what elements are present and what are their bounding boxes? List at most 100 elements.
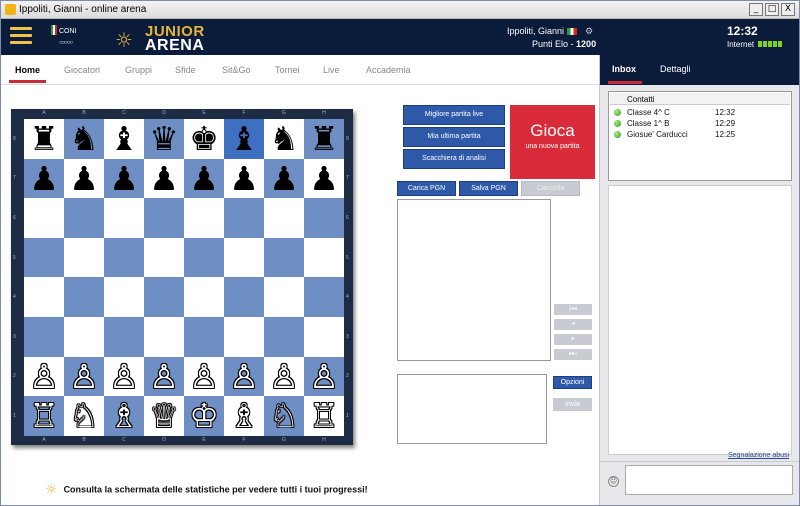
- board-square-d7[interactable]: ♟: [144, 158, 184, 199]
- tab-giocatori[interactable]: Giocatori: [64, 65, 100, 75]
- chess-piece[interactable]: ♙: [109, 360, 139, 393]
- board-square-f2[interactable]: ♙: [224, 356, 264, 397]
- board-square-c1[interactable]: ♗: [104, 396, 144, 436]
- board-square-b1[interactable]: ♘: [64, 396, 104, 436]
- chess-piece[interactable]: ♙: [29, 360, 59, 393]
- board-square-e6[interactable]: [184, 198, 224, 238]
- board-square-b3[interactable]: [64, 316, 104, 357]
- board-square-g8[interactable]: ♞: [264, 119, 304, 159]
- chess-piece[interactable]: ♟: [229, 162, 259, 195]
- board-square-a8[interactable]: ♜: [24, 119, 64, 159]
- chess-piece[interactable]: ♜: [29, 122, 59, 155]
- board-square-e1[interactable]: ♔: [184, 396, 224, 436]
- chess-piece[interactable]: ♟: [269, 162, 299, 195]
- last-game-button[interactable]: Mia ultima partita: [403, 127, 505, 147]
- board-square-a1[interactable]: ♖: [24, 396, 64, 436]
- send-button[interactable]: Invia: [553, 398, 592, 411]
- board-square-a2[interactable]: ♙: [24, 356, 64, 397]
- board-square-d1[interactable]: ♕: [144, 396, 184, 436]
- delete-button[interactable]: Cancella: [521, 181, 580, 196]
- board-square-e7[interactable]: ♟: [184, 158, 224, 199]
- first-move-button[interactable]: |◂◂: [554, 304, 592, 315]
- board-square-d2[interactable]: ♙: [144, 356, 184, 397]
- chess-piece[interactable]: ♟: [309, 162, 339, 195]
- contact-row[interactable]: Classe 4^ C 12:32: [610, 107, 790, 118]
- board-square-g1[interactable]: ♘: [264, 396, 304, 436]
- prev-move-button[interactable]: ◂: [554, 319, 592, 330]
- options-button[interactable]: Opzioni: [553, 376, 592, 389]
- tab-gruppi[interactable]: Gruppi: [125, 65, 152, 75]
- board-square-h1[interactable]: ♖: [304, 396, 344, 436]
- chess-piece[interactable]: ♕: [149, 399, 179, 432]
- chess-piece[interactable]: ♙: [69, 360, 99, 393]
- chess-piece[interactable]: ♞: [269, 122, 299, 155]
- chess-piece[interactable]: ♘: [69, 399, 99, 432]
- message-input[interactable]: [397, 374, 547, 444]
- maximize-button[interactable]: □: [765, 3, 779, 16]
- board-square-e2[interactable]: ♙: [184, 356, 224, 397]
- chess-piece[interactable]: ♗: [109, 399, 139, 432]
- chess-piece[interactable]: ♞: [69, 122, 99, 155]
- next-move-button[interactable]: ▸: [554, 334, 592, 345]
- board-square-h5[interactable]: [304, 237, 344, 278]
- chess-piece[interactable]: ♙: [189, 360, 219, 393]
- minimize-button[interactable]: _: [749, 3, 763, 16]
- tab-tornei[interactable]: Tornei: [275, 65, 300, 75]
- board-square-f7[interactable]: ♟: [224, 158, 264, 199]
- tab-accademia[interactable]: Accademia: [366, 65, 411, 75]
- board-square-g6[interactable]: [264, 198, 304, 238]
- board-square-c3[interactable]: [104, 316, 144, 357]
- chess-board[interactable]: ♜ ♞ ♝ ♛ ♚ ♝ ♞ ♜ ♟ ♟ ♟ ♟ ♟ ♟ ♟ ♟ ♙ ♙ ♙ ♙ ♙ ♙ ♙ ♙ ♖ ♘ ♗ ♕ ♔ ♗ ♘ ♖: [24, 119, 344, 436]
- tab-inbox[interactable]: Inbox: [612, 64, 636, 74]
- chess-piece[interactable]: ♖: [309, 399, 339, 432]
- chess-piece[interactable]: ♟: [189, 162, 219, 195]
- board-square-f5[interactable]: [224, 237, 264, 278]
- board-square-f3[interactable]: [224, 316, 264, 357]
- board-square-e4[interactable]: [184, 277, 224, 317]
- chess-piece[interactable]: ♘: [269, 399, 299, 432]
- board-square-e8[interactable]: ♚: [184, 119, 224, 159]
- board-square-c2[interactable]: ♙: [104, 356, 144, 397]
- board-square-g2[interactable]: ♙: [264, 356, 304, 397]
- board-square-h7[interactable]: ♟: [304, 158, 344, 199]
- tab-sfide[interactable]: Sfide: [175, 65, 196, 75]
- hamburger-menu-icon[interactable]: [10, 27, 32, 47]
- board-square-a6[interactable]: [24, 198, 64, 238]
- board-square-h8[interactable]: ♜: [304, 119, 344, 159]
- board-square-d4[interactable]: [144, 277, 184, 317]
- chess-piece[interactable]: ♙: [149, 360, 179, 393]
- board-square-g4[interactable]: [264, 277, 304, 317]
- chat-input[interactable]: [625, 465, 793, 495]
- board-square-a5[interactable]: [24, 237, 64, 278]
- user-info[interactable]: Ippoliti, Gianni ⚙: [507, 26, 593, 37]
- board-square-b2[interactable]: ♙: [64, 356, 104, 397]
- board-square-f6[interactable]: [224, 198, 264, 238]
- board-square-b7[interactable]: ♟: [64, 158, 104, 199]
- footer-message[interactable]: ☼ Consulta la schermata delle statistiche…: [45, 482, 368, 498]
- board-square-f8[interactable]: ♝: [224, 119, 264, 159]
- best-live-game-button[interactable]: Migliore partita live: [403, 105, 505, 125]
- board-square-c8[interactable]: ♝: [104, 119, 144, 159]
- board-square-h3[interactable]: [304, 316, 344, 357]
- chess-piece[interactable]: ♟: [149, 162, 179, 195]
- board-square-f4[interactable]: [224, 277, 264, 317]
- board-square-c6[interactable]: [104, 198, 144, 238]
- board-square-b6[interactable]: [64, 198, 104, 238]
- board-square-h2[interactable]: ♙: [304, 356, 344, 397]
- chess-piece[interactable]: ♔: [189, 399, 219, 432]
- contact-row[interactable]: Giosue' Carducci 12:25: [610, 129, 790, 140]
- tab-home[interactable]: Home: [15, 65, 40, 75]
- save-pgn-button[interactable]: Salva PGN: [459, 181, 518, 196]
- chess-piece[interactable]: ♟: [109, 162, 139, 195]
- chess-piece[interactable]: ♟: [29, 162, 59, 195]
- board-square-a7[interactable]: ♟: [24, 158, 64, 199]
- board-square-h4[interactable]: [304, 277, 344, 317]
- play-new-game-button[interactable]: Gioca una nuova partita: [510, 105, 595, 179]
- board-square-e3[interactable]: [184, 316, 224, 357]
- board-square-d5[interactable]: [144, 237, 184, 278]
- chess-piece[interactable]: ♙: [229, 360, 259, 393]
- board-square-f1[interactable]: ♗: [224, 396, 264, 436]
- close-button[interactable]: X: [781, 3, 795, 16]
- board-square-d6[interactable]: [144, 198, 184, 238]
- chess-piece[interactable]: ♙: [269, 360, 299, 393]
